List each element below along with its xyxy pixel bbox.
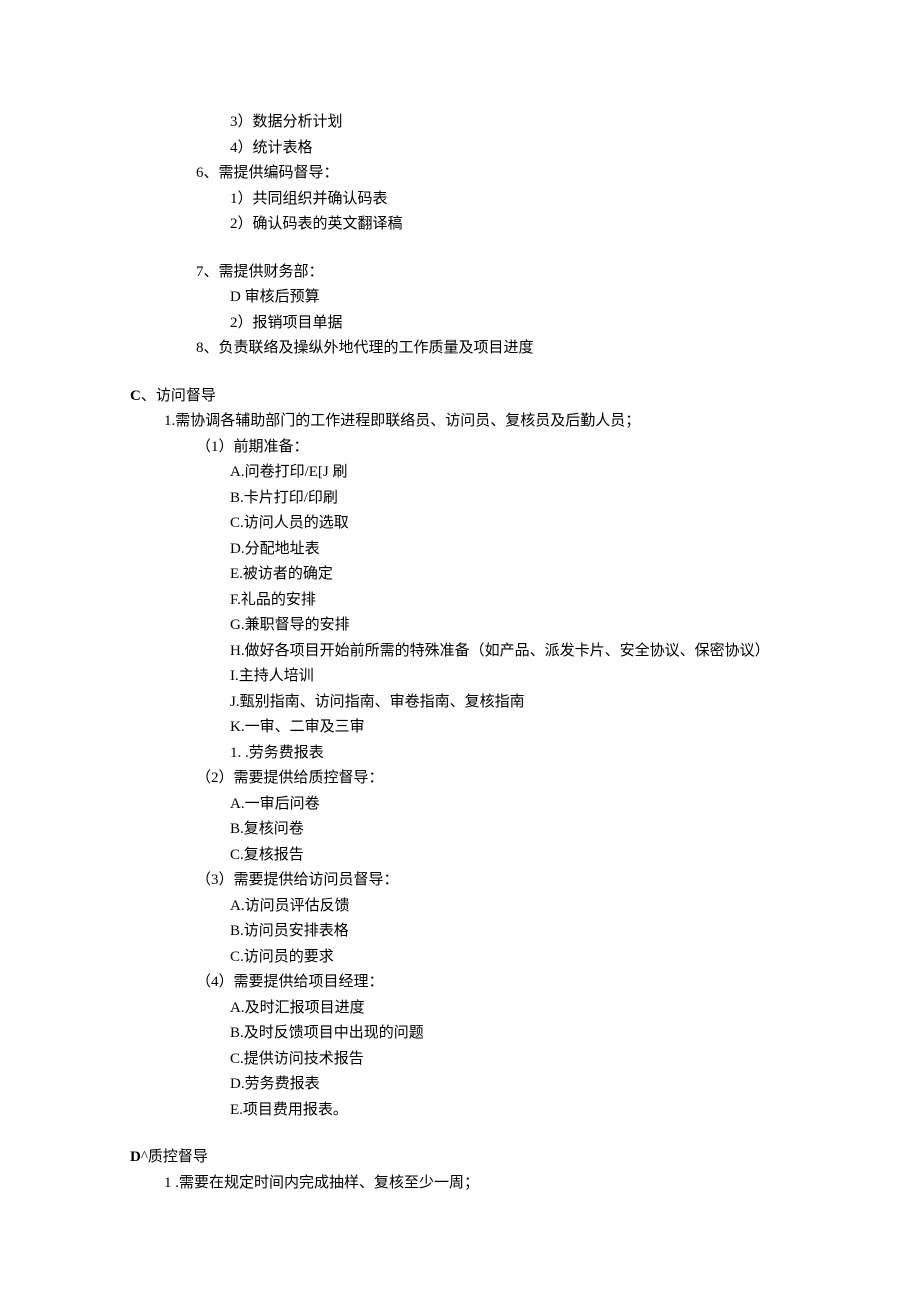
list-item: H.做好各项目开始前所需的特殊准备（如产品、派发卡片、安全协议、保密协议） [230,639,790,665]
heading-letter: C [130,388,141,404]
list-item: A.问卷打印/E[J 刷 [230,460,790,486]
list-item: B.卡片打印/印刷 [230,486,790,512]
list-item: C.访问员的要求 [230,945,790,971]
group-title: （3）需要提供给访问员督导： [196,868,790,894]
list-item: B.复核问卷 [230,817,790,843]
section-d-line1: 1 .需要在规定时间内完成抽样、复核至少一周； [164,1171,790,1197]
list-item: E.项目费用报表。 [230,1098,790,1124]
list-item: 2）确认码表的英文翻译稿 [230,212,790,238]
list-item: C.访问人员的选取 [230,511,790,537]
section-d-heading: D^质控督导 [130,1145,790,1171]
group-title: （1）前期准备： [196,435,790,461]
list-item: J.甄别指南、访问指南、审卷指南、复核指南 [230,690,790,716]
list-item: A.访问员评估反馈 [230,894,790,920]
list-item: D.分配地址表 [230,537,790,563]
list-item: A.及时汇报项目进度 [230,996,790,1022]
list-item: 3）数据分析计划 [230,110,790,136]
list-item: C.提供访问技术报告 [230,1047,790,1073]
list-item: D 审核后预算 [230,285,790,311]
list-item: 6、需提供编码督导： [196,161,790,187]
list-item: D.劳务费报表 [230,1072,790,1098]
list-item: 1. .劳务费报表 [230,741,790,767]
list-item: C.复核报告 [230,843,790,869]
list-item: G.兼职督导的安排 [230,613,790,639]
list-item: A.一审后问卷 [230,792,790,818]
list-item: 4）统计表格 [230,136,790,162]
section-c-line1: 1.需协调各辅助部门的工作进程即联络员、访问员、复核员及后勤人员； [164,409,790,435]
list-item: 2）报销项目单据 [230,311,790,337]
list-item: 7、需提供财务部： [196,260,790,286]
heading-letter: D [130,1149,141,1165]
heading-rest: 、访问督导 [141,388,216,404]
heading-rest: ^质控督导 [141,1149,208,1165]
list-item: F.礼品的安排 [230,588,790,614]
list-item: K.一审、二审及三审 [230,715,790,741]
list-item: 8、负责联络及操纵外地代理的工作质量及项目进度 [196,336,790,362]
list-item: E.被访者的确定 [230,562,790,588]
list-item: B.访问员安排表格 [230,919,790,945]
section-c-heading: C、访问督导 [130,384,790,410]
group-title: （4）需要提供给项目经理： [196,970,790,996]
group-title: （2）需要提供给质控督导： [196,766,790,792]
list-item: 1）共同组织并确认码表 [230,187,790,213]
list-item: I.主持人培训 [230,664,790,690]
list-item: B.及时反馈项目中出现的问题 [230,1021,790,1047]
